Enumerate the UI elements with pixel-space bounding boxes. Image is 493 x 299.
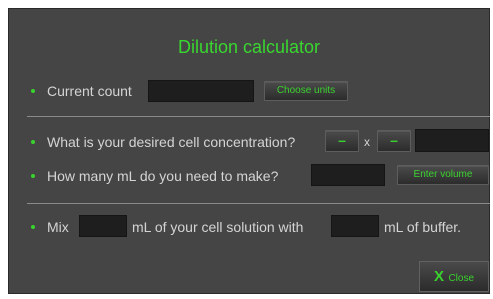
enter-volume-button[interactable]: Enter volume xyxy=(397,165,489,185)
bullet-concentration xyxy=(31,140,35,144)
close-button[interactable]: X Close xyxy=(419,261,489,292)
current-count-label: Current count xyxy=(47,83,132,99)
dilution-calculator-dialog: Dilution calculator Current count Choose… xyxy=(8,8,490,294)
bullet-volume xyxy=(31,174,35,178)
choose-units-button[interactable]: Choose units xyxy=(264,81,348,101)
close-label: Close xyxy=(448,273,475,284)
concentration-mantissa-button[interactable]: – xyxy=(325,130,359,152)
divider-bottom xyxy=(27,203,490,204)
volume-field[interactable] xyxy=(311,164,385,186)
concentration-exponent-button[interactable]: – xyxy=(377,130,411,152)
mix-suffix-label: mL of buffer. xyxy=(384,219,462,235)
volume-label: How many mL do you need to make? xyxy=(47,168,279,184)
dialog-title: Dilution calculator xyxy=(177,37,321,57)
bullet-mix xyxy=(31,225,35,229)
mix-middle-label: mL of your cell solution with xyxy=(132,219,304,235)
close-x-icon: X xyxy=(433,268,444,285)
multiply-sign: x xyxy=(364,135,370,149)
current-count-field[interactable] xyxy=(148,80,254,102)
divider-top xyxy=(27,116,490,117)
mix-prefix-label: Mix xyxy=(47,219,69,235)
cell-solution-ml-field xyxy=(79,215,127,237)
bullet-current-count xyxy=(31,89,35,93)
concentration-result-field[interactable] xyxy=(415,129,489,152)
buffer-ml-field xyxy=(331,215,379,237)
concentration-label: What is your desired cell concentration? xyxy=(47,134,296,150)
